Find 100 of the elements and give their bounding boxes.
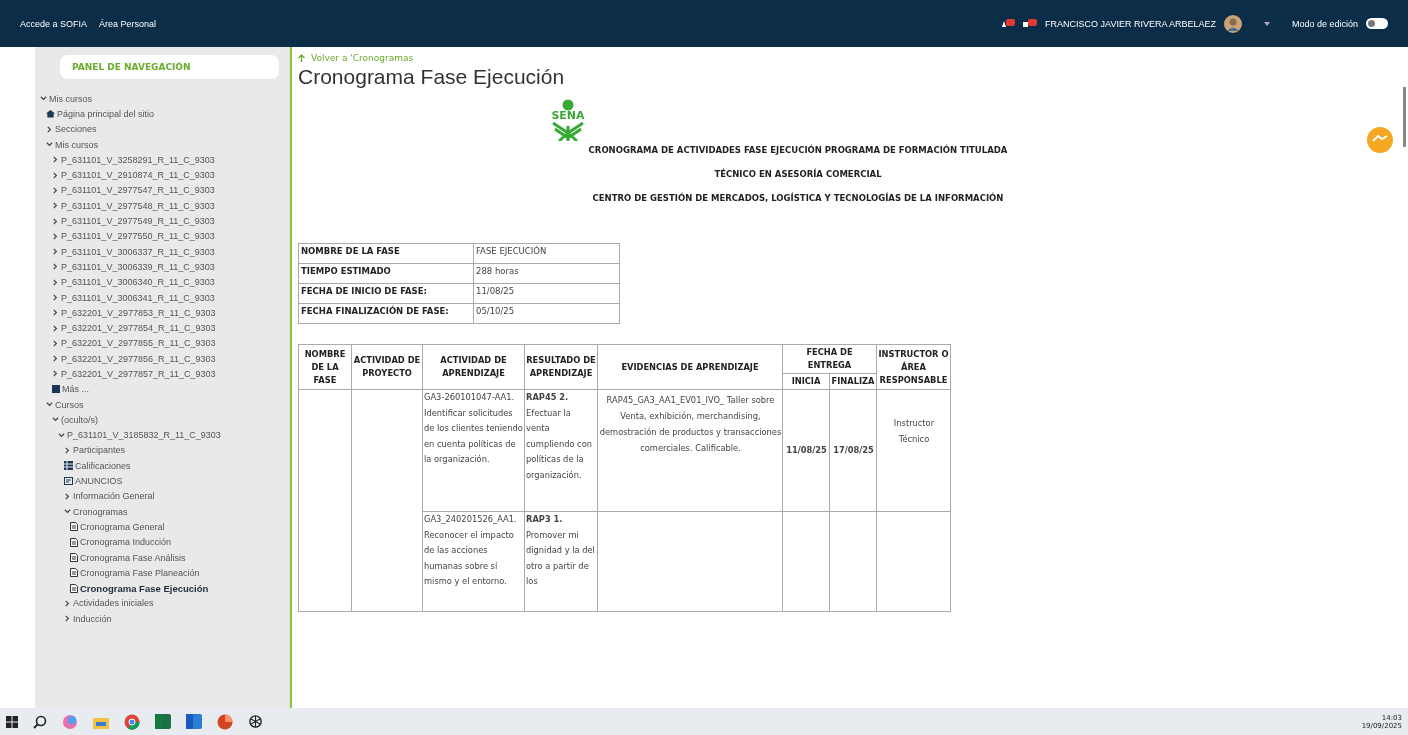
table-cell: TIEMPO ESTIMADO: [298, 263, 474, 284]
nav-item[interactable]: Cronograma General: [80, 521, 165, 532]
scrollbar-thumb[interactable]: [1402, 87, 1406, 147]
chevron-icon[interactable]: [64, 446, 71, 454]
chevron-icon[interactable]: [40, 95, 47, 103]
nav-item[interactable]: Cronogramas: [73, 506, 128, 517]
chevron-icon[interactable]: [46, 141, 53, 149]
browser-icon[interactable]: [124, 713, 140, 730]
nav-item[interactable]: Secciones: [55, 124, 97, 135]
nav-item[interactable]: Más ...: [62, 384, 89, 395]
chevron-icon[interactable]: [52, 324, 59, 332]
document-heading: TÉCNICO EN ASESORÍA COMERCIAL: [714, 169, 882, 179]
table-cell: 11/08/25: [473, 283, 620, 304]
nav-item[interactable]: P_631101_V_2977550_R_11_C_9303: [61, 231, 215, 242]
nav-item[interactable]: Información General: [73, 491, 155, 502]
nav-item[interactable]: Cursos: [55, 399, 84, 410]
document-heading: CRONOGRAMA DE ACTIVIDADES FASE EJECUCIÓN PROGRAMA DE FORMACIÓN TITULADA: [588, 145, 1008, 155]
column-header: ACTIVIDAD DE PROYECTO: [351, 344, 423, 390]
chevron-icon[interactable]: [64, 615, 71, 623]
column-header: RESULTADO DE APRENDIZAJE: [524, 344, 598, 390]
table-cell: NOMBRE DE LA FASE: [298, 243, 474, 264]
square-icon: [52, 385, 60, 394]
table-cell: GA3-260101047-AA1. Identificar solicitudes de los clientes teniendo en cuenta políticas de la organización.: [422, 389, 525, 512]
file-icon: [70, 522, 78, 532]
nav-item[interactable]: Cronograma Fase Ejecución: [80, 582, 209, 594]
search-icon[interactable]: [33, 714, 47, 729]
chevron-icon[interactable]: [52, 263, 59, 271]
table-cell: FECHA DE INICIO DE FASE:: [298, 283, 474, 304]
table-cell: FASE EJECUCIÓN: [473, 243, 620, 264]
table-cell: 05/10/25: [473, 303, 620, 324]
chevron-icon[interactable]: [52, 171, 59, 179]
file-icon: [70, 583, 78, 593]
nav-item[interactable]: P_631101_V_2977547_R_11_C_9303: [61, 185, 215, 196]
edit-mode-toggle[interactable]: [1366, 18, 1388, 29]
nav-item[interactable]: Cronograma Fase Análisis: [80, 552, 186, 563]
nav-item[interactable]: ANUNCIOS: [75, 476, 123, 487]
chevron-icon[interactable]: [46, 401, 53, 409]
nav-item[interactable]: P_632201_V_2977853_R_11_C_9303: [61, 307, 216, 318]
chevron-icon[interactable]: [52, 294, 59, 301]
file-icon: [70, 553, 78, 563]
column-header: NOMBRE DE LA FASE: [298, 344, 352, 390]
chevron-icon[interactable]: [64, 599, 71, 607]
nav-item[interactable]: P_631101_V_3185832_R_11_C_9303: [67, 430, 221, 441]
chevron-icon[interactable]: [46, 125, 53, 133]
nav-item[interactable]: Calificaciones: [75, 460, 131, 471]
presentation-icon[interactable]: [217, 713, 233, 730]
nav-item[interactable]: P_631101_V_3258291_R_11_C_9303: [61, 154, 215, 165]
nav-item[interactable]: P_631101_V_3006341_R_11_C_9303: [61, 292, 215, 303]
nav-item[interactable]: Mis cursos: [55, 139, 98, 150]
nav-item[interactable]: P_631101_V_2977549_R_11_C_9303: [61, 216, 215, 226]
chevron-icon[interactable]: [52, 370, 59, 378]
nav-item[interactable]: (oculto/s): [61, 414, 98, 425]
chevron-icon[interactable]: [52, 248, 59, 256]
table-cell: FECHA FINALIZACIÓN DE FASE:: [298, 303, 474, 324]
nav-item[interactable]: Cronograma Inducción: [80, 537, 172, 548]
windows-icon[interactable]: [6, 715, 18, 728]
chevron-icon[interactable]: [58, 431, 65, 439]
chevron-icon[interactable]: [52, 202, 59, 210]
nav-item[interactable]: P_632201_V_2977857_R_11_C_9303: [61, 369, 216, 379]
caret-icon[interactable]: [1263, 21, 1270, 26]
arrow-up-icon: [298, 54, 305, 62]
chevron-icon[interactable]: [52, 232, 59, 240]
chevron-icon[interactable]: [52, 217, 59, 225]
document-heading: CENTRO DE GESTIÓN DE MERCADOS, LOGÍSTICA Y TECNOLOGÍAS DE LA INFORMACIÓN: [592, 193, 1004, 203]
nav-link[interactable]: Área Personal: [99, 18, 157, 29]
logo-drawing: SENA: [543, 99, 593, 141]
nav-item[interactable]: Participantes: [73, 445, 126, 456]
table-cell: RAP45_GA3_AA1_EV01_IVO_ Taller sobre Venta, exhibición, merchandising, demostración de productos y transacciones comerciales. Calificable.: [597, 389, 783, 512]
nav-item[interactable]: Cronograma Fase Planeación: [80, 567, 200, 578]
nav-item[interactable]: Inducción: [73, 613, 112, 624]
chevron-icon[interactable]: [64, 508, 71, 516]
chevron-icon[interactable]: [64, 492, 71, 500]
chevron-icon[interactable]: [52, 416, 59, 424]
chevron-icon[interactable]: [52, 156, 59, 164]
nav-item[interactable]: Mis cursos: [49, 93, 92, 104]
nav-item[interactable]: P_631101_V_3006337_R_11_C_9303: [61, 246, 215, 257]
table-cell: RAP3 1. Promover mi dignidad y la del otro a partir de los: [524, 511, 598, 612]
nav-link[interactable]: Accede a SOFIA: [20, 18, 88, 29]
chevron-icon[interactable]: [52, 309, 59, 317]
chevron-icon[interactable]: [52, 355, 59, 363]
column-header: INSTRUCTOR O ÁREA RESPONSABLE: [876, 344, 951, 390]
nav-item[interactable]: P_631101_V_3006339_R_11_C_9303: [61, 261, 215, 272]
nav-item[interactable]: P_631101_V_2910874_R_11_C_9303: [61, 170, 215, 181]
column-header: FECHA DE ENTREGA: [782, 344, 877, 374]
nav-item[interactable]: Página principal del sitio: [57, 108, 155, 119]
chevron-icon[interactable]: [52, 278, 59, 286]
nav-item[interactable]: Actividades iniciales: [73, 598, 154, 609]
home-icon: [46, 109, 55, 119]
user-name[interactable]: FRANCISCO JAVIER RIVERA ARBELAEZ: [1045, 18, 1216, 29]
nav-item[interactable]: P_632201_V_2977854_R_11_C_9303: [61, 323, 216, 334]
nav-item[interactable]: P_632201_V_2977856_R_11_C_9303: [61, 353, 216, 364]
table-cell: 17/08/25: [829, 389, 877, 512]
nav-item[interactable]: P_631101_V_2977548_R_11_C_9303: [61, 200, 215, 211]
nav-item[interactable]: P_632201_V_2977855_R_11_C_9303: [61, 338, 216, 349]
page-title: Cronograma Fase Ejecución: [298, 65, 566, 89]
avatar-icon[interactable]: [1223, 14, 1242, 33]
chevron-icon[interactable]: [52, 186, 59, 194]
chevron-icon[interactable]: [52, 339, 59, 347]
nav-item[interactable]: P_631101_V_3006340_R_11_C_9303: [61, 277, 215, 288]
table-cell: RAP45 2. Efectuar la venta cumpliendo con políticas de la organización.: [524, 389, 598, 512]
